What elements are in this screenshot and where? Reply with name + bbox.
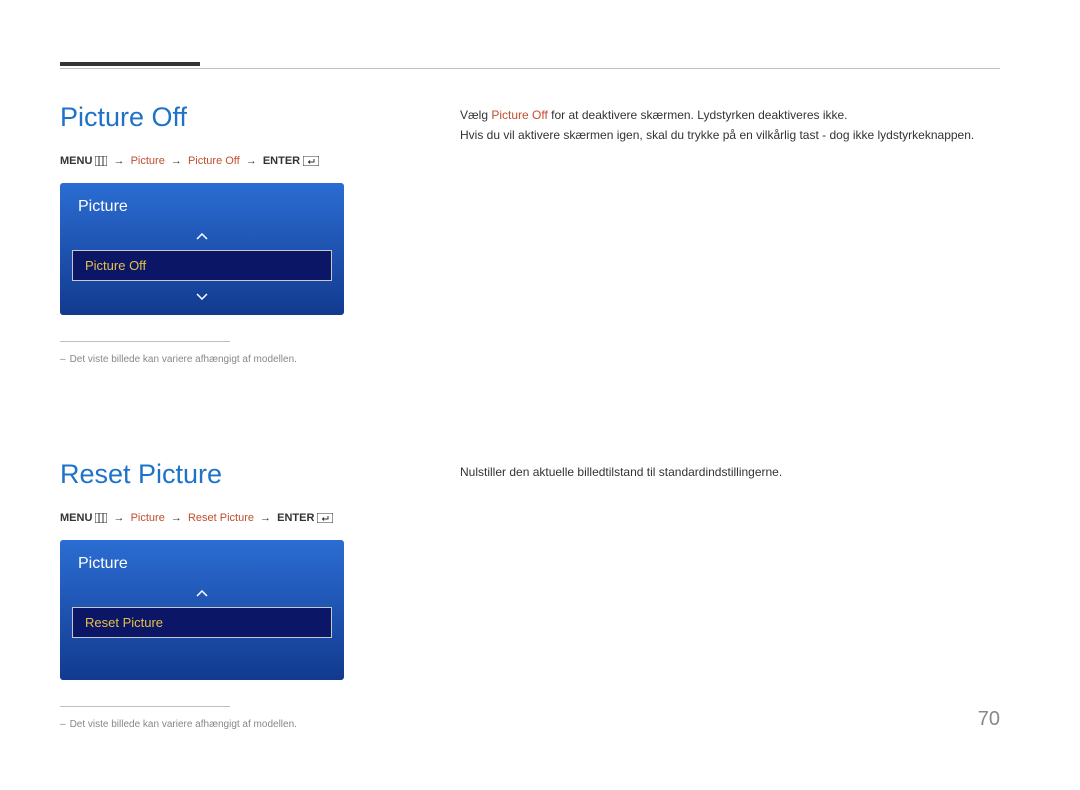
osd-title: Picture [60, 540, 344, 585]
arrow-icon: → [246, 155, 257, 167]
page-number: 70 [978, 708, 1000, 731]
dash-icon: – [60, 354, 66, 365]
path-step: Picture [131, 512, 165, 524]
osd-panel-1: Picture Picture Off [60, 183, 344, 315]
footnote-rule [60, 341, 230, 342]
arrow-icon: → [114, 512, 125, 524]
header-rule [60, 68, 1000, 69]
osd-selected-item: Reset Picture [72, 607, 332, 638]
section1-footnote: –Det viste billede kan variere afhængigt… [60, 354, 400, 365]
body-pre: Vælg [460, 108, 491, 122]
path-step: Reset Picture [188, 512, 254, 524]
section2-footnote: –Det viste billede kan variere afhængigt… [60, 719, 400, 730]
enter-icon [303, 156, 319, 169]
section1-body: Vælg Picture Off for at deaktivere skærm… [460, 105, 1000, 146]
enter-label: ENTER [277, 512, 314, 524]
arrow-icon: → [171, 512, 182, 524]
footnote-text: Det viste billede kan variere afhængigt … [70, 354, 297, 365]
body-post: for at deaktivere skærmen. Lydstyrken de… [548, 108, 848, 122]
section2-heading: Reset Picture [60, 459, 400, 490]
section2-body: Nulstiller den aktuelle billedtilstand t… [460, 462, 1000, 482]
menu-label: MENU [60, 155, 92, 167]
section2-menu-path: MENU → Picture → Reset Picture → ENTER [60, 512, 400, 526]
footnote-rule [60, 706, 230, 707]
osd-panel-2: Picture Reset Picture [60, 540, 344, 680]
arrow-icon: → [260, 512, 271, 524]
dash-icon: – [60, 719, 66, 730]
body-highlight: Picture Off [491, 108, 547, 122]
path-step: Picture Off [188, 155, 240, 167]
body-line2: Hvis du vil aktivere skærmen igen, skal … [460, 128, 974, 142]
footnote-text: Det viste billede kan variere afhængigt … [70, 719, 297, 730]
osd-spacer [60, 644, 344, 668]
enter-label: ENTER [263, 155, 300, 167]
enter-icon [317, 513, 333, 526]
chevron-up-icon [60, 585, 344, 601]
path-step: Picture [131, 155, 165, 167]
osd-selected-item: Picture Off [72, 250, 332, 281]
menu-label: MENU [60, 512, 92, 524]
chevron-down-icon [60, 287, 344, 303]
chevron-up-icon [60, 228, 344, 244]
section1-menu-path: MENU → Picture → Picture Off → ENTER [60, 155, 400, 169]
arrow-icon: → [171, 155, 182, 167]
osd-title: Picture [60, 183, 344, 228]
header-thick-rule [60, 62, 200, 66]
arrow-icon: → [114, 155, 125, 167]
section1-heading: Picture Off [60, 102, 400, 133]
menu-icon [95, 513, 107, 526]
menu-icon [95, 156, 107, 169]
